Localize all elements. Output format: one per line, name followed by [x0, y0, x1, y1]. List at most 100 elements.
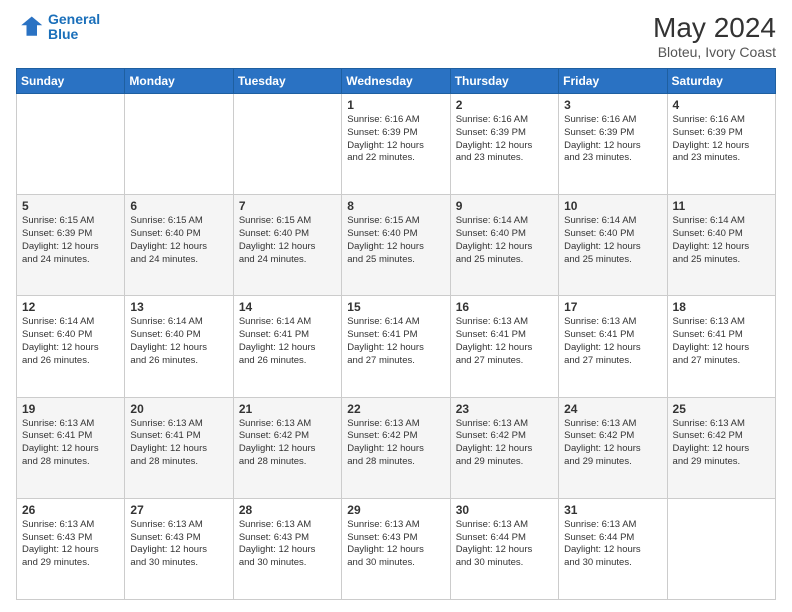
day-number: 18 [673, 300, 770, 314]
day-info: Sunrise: 6:13 AM Sunset: 6:43 PM Dayligh… [130, 519, 227, 570]
column-header-friday: Friday [559, 69, 667, 94]
column-header-sunday: Sunday [17, 69, 125, 94]
calendar-cell: 8 Sunrise: 6:15 AM Sunset: 6:40 PM Daylig… [342, 195, 450, 296]
day-number: 27 [130, 503, 227, 517]
calendar-cell: 5 Sunrise: 6:15 AM Sunset: 6:39 PM Daylig… [17, 195, 125, 296]
day-info: Sunrise: 6:16 AM Sunset: 6:39 PM Dayligh… [564, 114, 661, 165]
calendar-cell: 17 Sunrise: 6:13 AM Sunset: 6:41 PM Dayli… [559, 296, 667, 397]
day-number: 5 [22, 199, 119, 213]
calendar-cell: 27 Sunrise: 6:13 AM Sunset: 6:43 PM Dayli… [125, 498, 233, 599]
day-info: Sunrise: 6:13 AM Sunset: 6:43 PM Dayligh… [22, 519, 119, 570]
day-number: 22 [347, 402, 444, 416]
calendar-cell: 25 Sunrise: 6:13 AM Sunset: 6:42 PM Dayli… [667, 397, 775, 498]
calendar-cell: 4Sunrise: 6:16 AM Sunset: 6:39 PM Daylig… [667, 94, 775, 195]
calendar-cell: 18Sunrise: 6:13 AM Sunset: 6:41 PM Dayli… [667, 296, 775, 397]
day-info: Sunrise: 6:15 AM Sunset: 6:40 PM Dayligh… [130, 215, 227, 266]
day-info: Sunrise: 6:14 AM Sunset: 6:40 PM Dayligh… [22, 316, 119, 367]
logo-icon [16, 13, 44, 41]
calendar-cell [125, 94, 233, 195]
column-header-thursday: Thursday [450, 69, 558, 94]
day-info: Sunrise: 6:13 AM Sunset: 6:41 PM Dayligh… [22, 418, 119, 469]
day-info: Sunrise: 6:13 AM Sunset: 6:41 PM Dayligh… [564, 316, 661, 367]
calendar-cell: 23 Sunrise: 6:13 AM Sunset: 6:42 PM Dayli… [450, 397, 558, 498]
day-number: 15 [347, 300, 444, 314]
day-info: Sunrise: 6:13 AM Sunset: 6:43 PM Dayligh… [239, 519, 336, 570]
calendar-cell: 3 Sunrise: 6:16 AM Sunset: 6:39 PM Daylig… [559, 94, 667, 195]
calendar-week-4: 19Sunrise: 6:13 AM Sunset: 6:41 PM Dayli… [17, 397, 776, 498]
calendar-cell: 19Sunrise: 6:13 AM Sunset: 6:41 PM Dayli… [17, 397, 125, 498]
day-info: Sunrise: 6:13 AM Sunset: 6:41 PM Dayligh… [456, 316, 553, 367]
day-number: 30 [456, 503, 553, 517]
day-number: 9 [456, 199, 553, 213]
day-info: Sunrise: 6:13 AM Sunset: 6:42 PM Dayligh… [564, 418, 661, 469]
calendar-header-row: SundayMondayTuesdayWednesdayThursdayFrid… [17, 69, 776, 94]
calendar-cell: 6 Sunrise: 6:15 AM Sunset: 6:40 PM Daylig… [125, 195, 233, 296]
day-info: Sunrise: 6:14 AM Sunset: 6:40 PM Dayligh… [564, 215, 661, 266]
column-header-monday: Monday [125, 69, 233, 94]
day-info: Sunrise: 6:16 AM Sunset: 6:39 PM Dayligh… [347, 114, 444, 165]
day-number: 26 [22, 503, 119, 517]
calendar-cell: 21 Sunrise: 6:13 AM Sunset: 6:42 PM Dayli… [233, 397, 341, 498]
calendar-cell: 15 Sunrise: 6:14 AM Sunset: 6:41 PM Dayli… [342, 296, 450, 397]
day-info: Sunrise: 6:15 AM Sunset: 6:39 PM Dayligh… [22, 215, 119, 266]
day-info: Sunrise: 6:15 AM Sunset: 6:40 PM Dayligh… [347, 215, 444, 266]
calendar-week-3: 12 Sunrise: 6:14 AM Sunset: 6:40 PM Dayli… [17, 296, 776, 397]
calendar-cell: 10Sunrise: 6:14 AM Sunset: 6:40 PM Dayli… [559, 195, 667, 296]
logo-text: General Blue [48, 12, 100, 43]
calendar-cell: 28 Sunrise: 6:13 AM Sunset: 6:43 PM Dayli… [233, 498, 341, 599]
day-number: 28 [239, 503, 336, 517]
calendar-cell: 2Sunrise: 6:16 AM Sunset: 6:39 PM Daylig… [450, 94, 558, 195]
calendar-table: SundayMondayTuesdayWednesdayThursdayFrid… [16, 68, 776, 600]
calendar-cell: 31Sunrise: 6:13 AM Sunset: 6:44 PM Dayli… [559, 498, 667, 599]
day-number: 1 [347, 98, 444, 112]
column-header-wednesday: Wednesday [342, 69, 450, 94]
logo-line2: Blue [48, 26, 78, 42]
header: General Blue May 2024 Bloteu, Ivory Coas… [16, 12, 776, 60]
calendar-week-5: 26 Sunrise: 6:13 AM Sunset: 6:43 PM Dayli… [17, 498, 776, 599]
calendar-cell: 24 Sunrise: 6:13 AM Sunset: 6:42 PM Dayli… [559, 397, 667, 498]
calendar-cell: 16 Sunrise: 6:13 AM Sunset: 6:41 PM Dayli… [450, 296, 558, 397]
day-info: Sunrise: 6:13 AM Sunset: 6:42 PM Dayligh… [673, 418, 770, 469]
logo: General Blue [16, 12, 100, 43]
day-info: Sunrise: 6:14 AM Sunset: 6:40 PM Dayligh… [456, 215, 553, 266]
page: General Blue May 2024 Bloteu, Ivory Coas… [0, 0, 792, 612]
day-number: 3 [564, 98, 661, 112]
day-info: Sunrise: 6:15 AM Sunset: 6:40 PM Dayligh… [239, 215, 336, 266]
title-block: May 2024 Bloteu, Ivory Coast [653, 12, 776, 60]
day-number: 21 [239, 402, 336, 416]
day-info: Sunrise: 6:13 AM Sunset: 6:43 PM Dayligh… [347, 519, 444, 570]
calendar-cell: 29Sunrise: 6:13 AM Sunset: 6:43 PM Dayli… [342, 498, 450, 599]
calendar-cell: 1 Sunrise: 6:16 AM Sunset: 6:39 PM Daylig… [342, 94, 450, 195]
day-info: Sunrise: 6:14 AM Sunset: 6:40 PM Dayligh… [130, 316, 227, 367]
subtitle: Bloteu, Ivory Coast [653, 44, 776, 60]
day-number: 16 [456, 300, 553, 314]
day-number: 7 [239, 199, 336, 213]
calendar-cell: 20 Sunrise: 6:13 AM Sunset: 6:41 PM Dayli… [125, 397, 233, 498]
day-number: 6 [130, 199, 227, 213]
day-number: 14 [239, 300, 336, 314]
logo-line1: General [48, 11, 100, 27]
day-number: 25 [673, 402, 770, 416]
day-number: 20 [130, 402, 227, 416]
day-number: 17 [564, 300, 661, 314]
column-header-tuesday: Tuesday [233, 69, 341, 94]
calendar-cell: 13Sunrise: 6:14 AM Sunset: 6:40 PM Dayli… [125, 296, 233, 397]
day-number: 12 [22, 300, 119, 314]
calendar-cell [17, 94, 125, 195]
day-info: Sunrise: 6:16 AM Sunset: 6:39 PM Dayligh… [456, 114, 553, 165]
day-info: Sunrise: 6:13 AM Sunset: 6:42 PM Dayligh… [239, 418, 336, 469]
calendar-week-1: 1 Sunrise: 6:16 AM Sunset: 6:39 PM Daylig… [17, 94, 776, 195]
calendar-cell: 7 Sunrise: 6:15 AM Sunset: 6:40 PM Daylig… [233, 195, 341, 296]
calendar-cell [667, 498, 775, 599]
column-header-saturday: Saturday [667, 69, 775, 94]
day-info: Sunrise: 6:13 AM Sunset: 6:44 PM Dayligh… [564, 519, 661, 570]
day-number: 23 [456, 402, 553, 416]
day-info: Sunrise: 6:14 AM Sunset: 6:41 PM Dayligh… [347, 316, 444, 367]
day-info: Sunrise: 6:13 AM Sunset: 6:41 PM Dayligh… [130, 418, 227, 469]
calendar-cell: 22Sunrise: 6:13 AM Sunset: 6:42 PM Dayli… [342, 397, 450, 498]
day-info: Sunrise: 6:13 AM Sunset: 6:42 PM Dayligh… [456, 418, 553, 469]
day-info: Sunrise: 6:13 AM Sunset: 6:44 PM Dayligh… [456, 519, 553, 570]
calendar-cell: 30 Sunrise: 6:13 AM Sunset: 6:44 PM Dayli… [450, 498, 558, 599]
day-number: 8 [347, 199, 444, 213]
day-number: 24 [564, 402, 661, 416]
